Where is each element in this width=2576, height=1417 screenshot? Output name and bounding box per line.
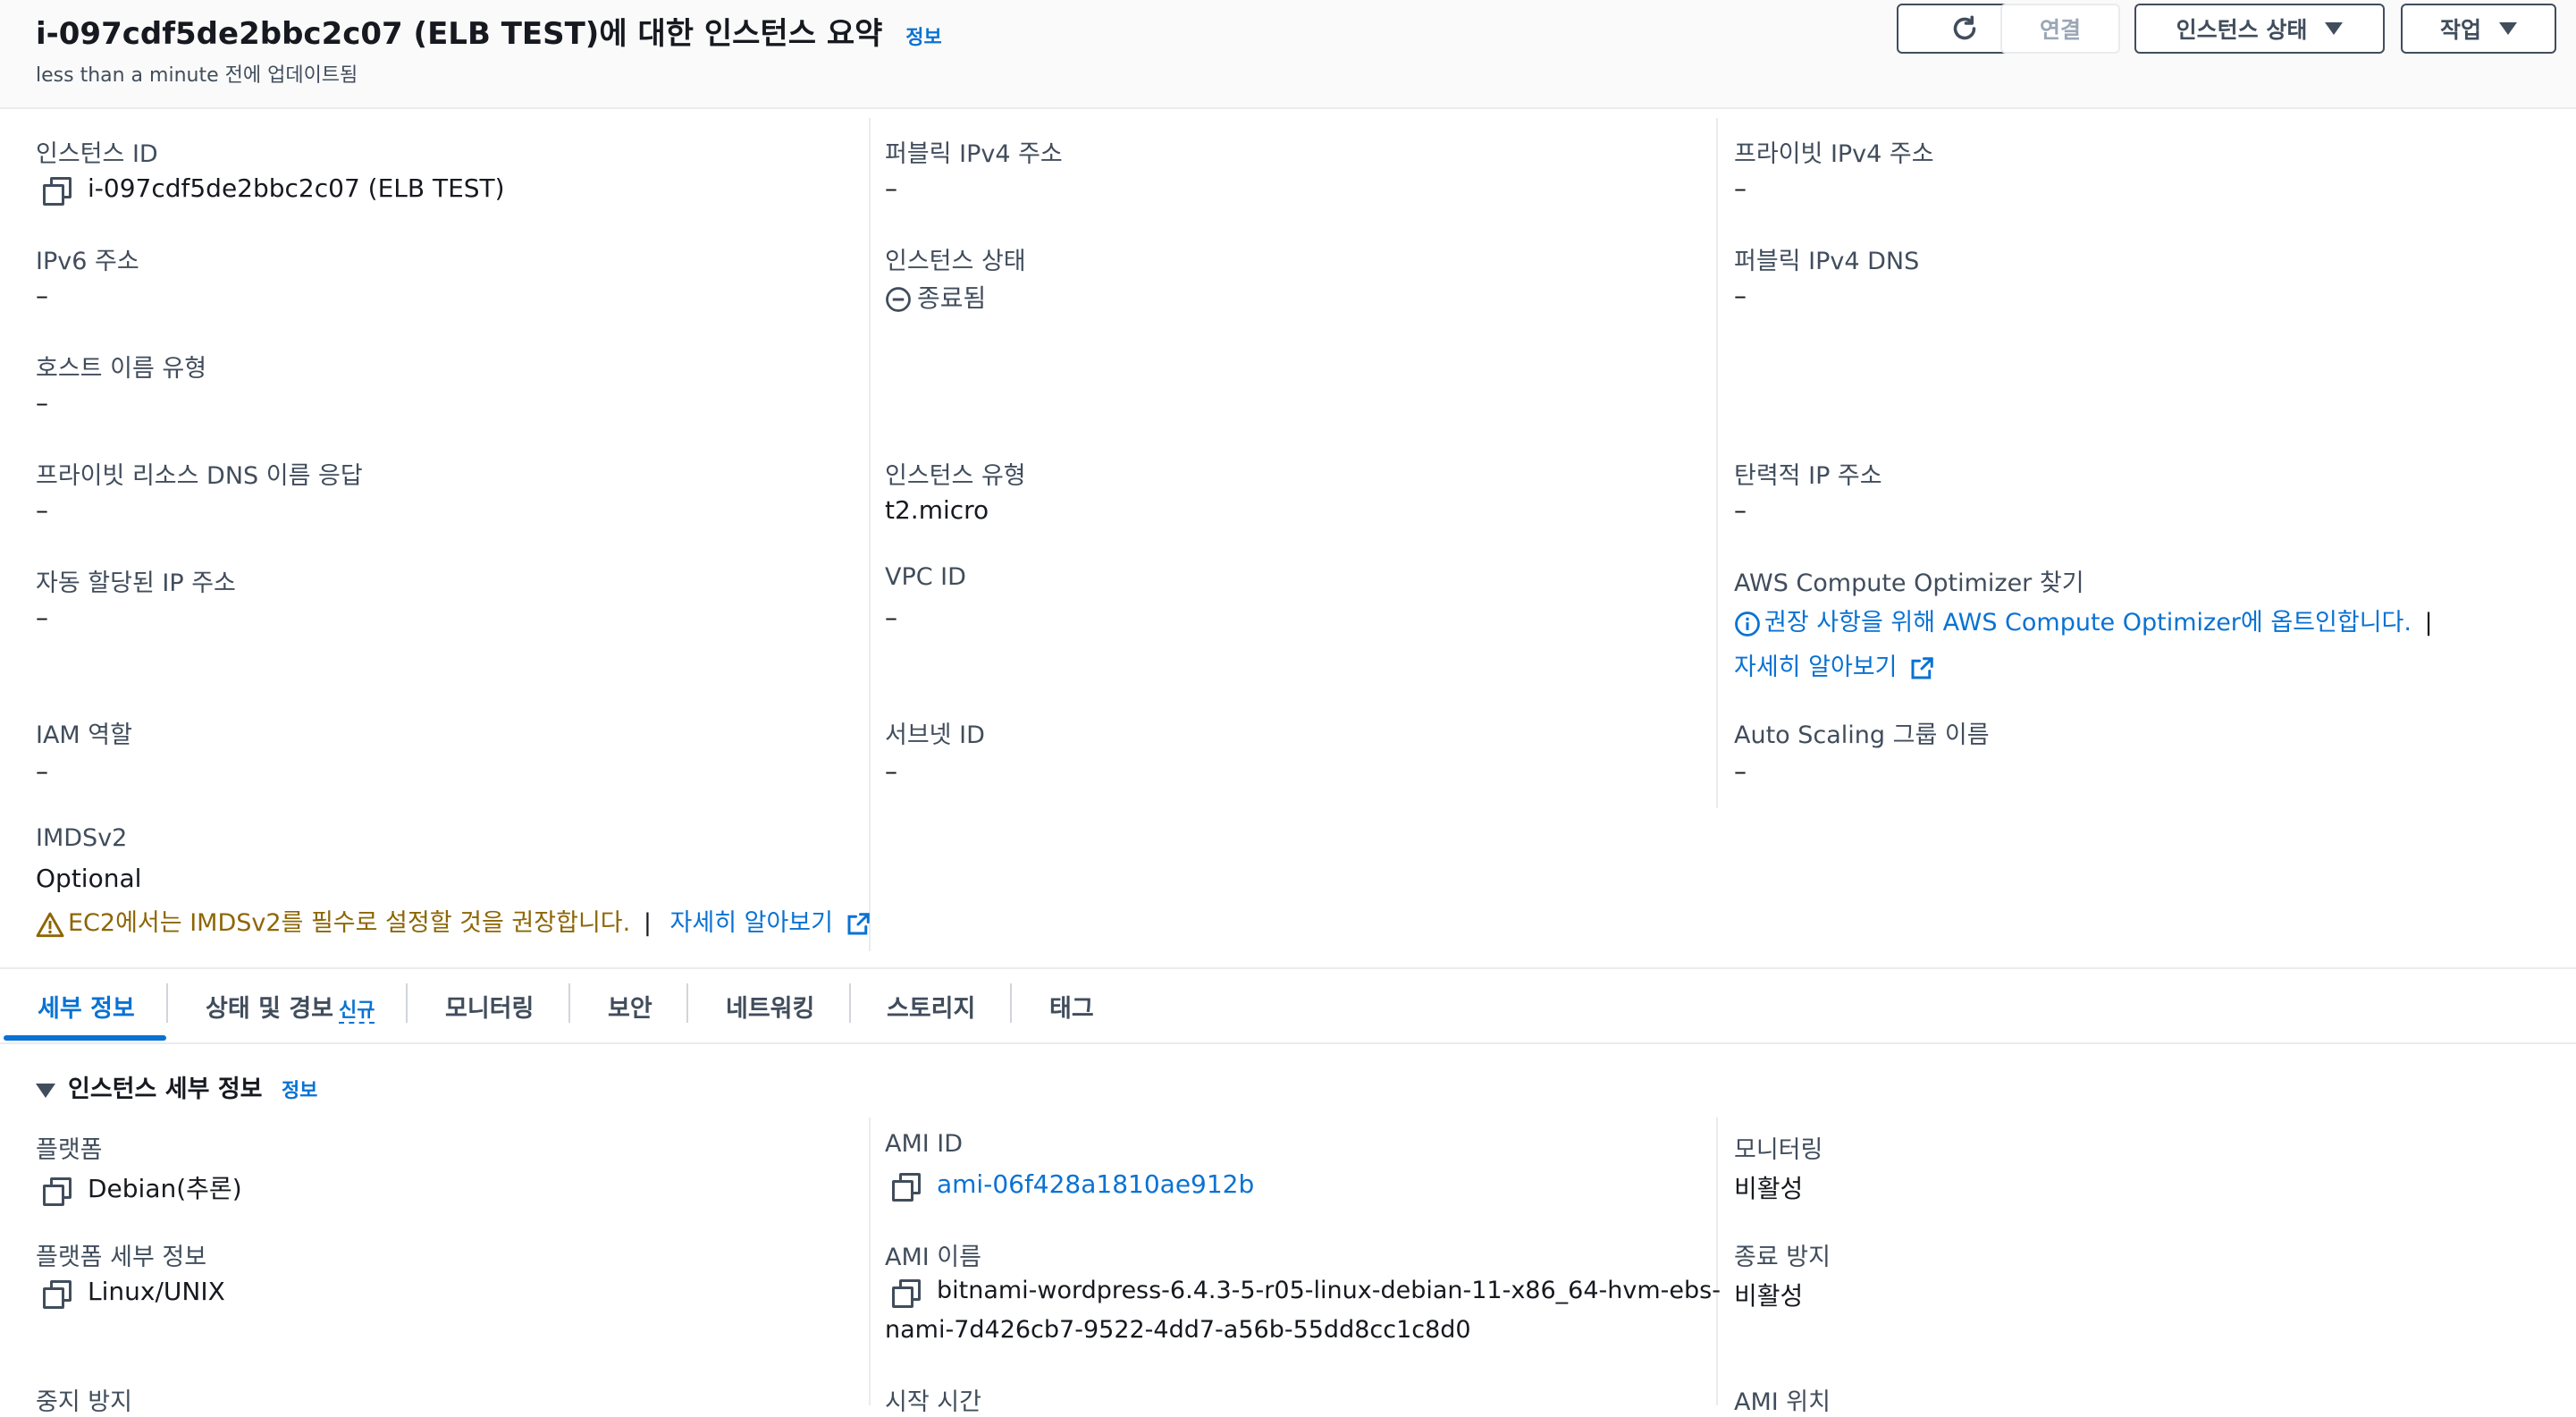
last-updated-text: less than a minute 전에 업데이트됨	[36, 64, 358, 87]
platform-details-value: Linux/UNIX	[43, 1277, 225, 1309]
info-link[interactable]: 정보	[905, 27, 941, 49]
instance-details-header[interactable]: 인스턴스 세부 정보 정보	[36, 1069, 317, 1104]
terminated-icon	[886, 287, 911, 312]
copy-icon[interactable]	[43, 1177, 72, 1206]
optimizer-opt-in-link[interactable]: 권장 사항을 위해 AWS Compute Optimizer에 옵트인합니다.	[1764, 609, 2412, 637]
actions-dropdown[interactable]: 작업	[2401, 4, 2556, 54]
tab-storage[interactable]: 스토리지	[887, 989, 975, 1024]
column-divider	[1716, 118, 1718, 808]
tab-divider	[568, 983, 570, 1023]
copy-icon[interactable]	[43, 177, 72, 206]
column-divider	[1716, 1118, 1718, 1405]
instance-type-value: t2.micro	[885, 495, 989, 525]
private-ipv4-value: –	[1734, 173, 1747, 203]
ipv6-label: IPv6 주소	[36, 248, 139, 275]
page-title: i-097cdf5de2bbc2c07 (ELB TEST)에 대한 인스턴스 …	[36, 16, 942, 52]
tab-divider	[166, 983, 168, 1023]
caret-down-icon	[2499, 22, 2517, 35]
iam-role-value: –	[36, 756, 48, 786]
public-ipv4-value: –	[885, 173, 897, 203]
instance-id-value: i-097cdf5de2bbc2c07 (ELB TEST)	[43, 173, 505, 206]
public-dns-label: 퍼블릭 IPv4 DNS	[1734, 248, 1920, 275]
tab-status-alarms[interactable]: 상태 및 경보 신규	[206, 989, 375, 1024]
hostname-type-label: 호스트 이름 유형	[36, 355, 207, 383]
instance-type-label: 인스턴스 유형	[885, 462, 1026, 490]
hostname-type-value: –	[36, 388, 48, 418]
ami-id-label: AMI ID	[885, 1130, 964, 1158]
caret-down-icon	[2325, 22, 2344, 35]
monitoring-value: 비활성	[1734, 1174, 1804, 1203]
elastic-ip-value: –	[1734, 495, 1747, 525]
ami-id-link[interactable]: ami-06f428a1810ae912b	[937, 1169, 1254, 1199]
instance-id-label: 인스턴스 ID	[36, 140, 158, 168]
termination-protection-label: 종료 방지	[1734, 1244, 1831, 1271]
info-icon	[1735, 611, 1760, 637]
platform-details-label: 플랫폼 세부 정보	[36, 1244, 207, 1271]
tab-networking[interactable]: 네트워킹	[726, 989, 814, 1024]
elastic-ip-label: 탄력적 IP 주소	[1734, 462, 1882, 490]
tab-monitoring[interactable]: 모니터링	[445, 989, 534, 1024]
private-ipv4-label: 프라이빗 IPv4 주소	[1734, 140, 1934, 168]
subnet-id-value: –	[885, 756, 897, 786]
caret-down-icon	[36, 1083, 55, 1098]
ami-name-value: bitnami-wordpress-6.4.3-5-r05-linux-debi…	[892, 1277, 1721, 1308]
public-ipv4-label: 퍼블릭 IPv4 주소	[885, 140, 1063, 168]
ami-location-label: AMI 위치	[1734, 1388, 1831, 1416]
vpc-id-value: –	[885, 603, 897, 632]
vpc-id-label: VPC ID	[885, 563, 966, 591]
detail-tabs: 세부 정보 상태 및 경보 신규 모니터링 보안 네트워킹 스토리지 태그	[0, 967, 2576, 1044]
column-divider	[869, 1118, 871, 1405]
tab-divider	[849, 983, 851, 1023]
info-link[interactable]: 정보	[282, 1080, 317, 1102]
imdsv2-learn-more-link[interactable]: 자세히 알아보기	[670, 909, 871, 937]
instance-state-dropdown[interactable]: 인스턴스 상태	[2134, 4, 2385, 54]
ami-id-value: ami-06f428a1810ae912b	[892, 1169, 1254, 1202]
iam-role-label: IAM 역할	[36, 721, 132, 749]
external-link-icon	[1911, 656, 1933, 679]
public-dns-value: –	[1734, 281, 1747, 310]
tab-divider	[1010, 983, 1012, 1023]
auto-ip-value: –	[36, 603, 48, 632]
platform-label: 플랫폼	[36, 1136, 103, 1164]
optimizer-learn-more-link[interactable]: 자세히 알아보기	[1734, 647, 1935, 682]
instance-state-label: 인스턴스 상태	[885, 248, 1026, 275]
optimizer-label: AWS Compute Optimizer 찾기	[1734, 569, 2084, 597]
tab-divider	[406, 983, 408, 1023]
copy-icon[interactable]	[43, 1280, 72, 1309]
column-divider	[869, 118, 871, 951]
refresh-icon	[1953, 15, 1976, 40]
warning-icon	[36, 912, 64, 937]
optimizer-message: 권장 사항을 위해 AWS Compute Optimizer에 옵트인합니다.…	[1734, 603, 2433, 637]
copy-icon[interactable]	[892, 1278, 921, 1308]
subnet-id-label: 서브넷 ID	[885, 721, 985, 749]
termination-protection-value: 비활성	[1734, 1281, 1804, 1311]
tab-details[interactable]: 세부 정보	[38, 989, 135, 1024]
tab-tags[interactable]: 태그	[1049, 989, 1094, 1024]
launch-time-label: 시작 시간	[885, 1388, 981, 1416]
external-link-icon	[847, 912, 870, 934]
private-dns-answer-value: –	[36, 495, 48, 525]
asg-name-label: Auto Scaling 그룹 이름	[1734, 721, 1990, 749]
imdsv2-value: Optional	[36, 864, 142, 893]
connect-button[interactable]: 연결	[2000, 4, 2120, 54]
active-tab-indicator	[4, 1035, 166, 1041]
imdsv2-label: IMDSv2	[36, 824, 128, 852]
ipv6-value: –	[36, 281, 48, 310]
auto-ip-label: 자동 할당된 IP 주소	[36, 569, 236, 597]
tab-security[interactable]: 보안	[608, 989, 652, 1024]
asg-name-value: –	[1734, 756, 1747, 786]
instance-state-value: 종료됨	[885, 279, 986, 315]
monitoring-label: 모니터링	[1734, 1136, 1823, 1164]
ami-name-label: AMI 이름	[885, 1244, 981, 1271]
private-dns-answer-label: 프라이빗 리소스 DNS 이름 응답	[36, 462, 363, 490]
new-badge: 신규	[339, 999, 375, 1024]
stop-protection-label: 중지 방지	[36, 1388, 132, 1416]
ami-name-value-cont: nami-7d426cb7-9522-4dd7-a56b-55dd8cc1c8d…	[885, 1316, 1471, 1344]
tab-divider	[686, 983, 688, 1023]
imdsv2-warning: EC2에서는 IMDSv2를 필수로 설정할 것을 권장합니다. | 자세히 알…	[36, 903, 871, 938]
platform-value: Debian(추론)	[43, 1169, 242, 1206]
copy-icon[interactable]	[892, 1173, 921, 1202]
